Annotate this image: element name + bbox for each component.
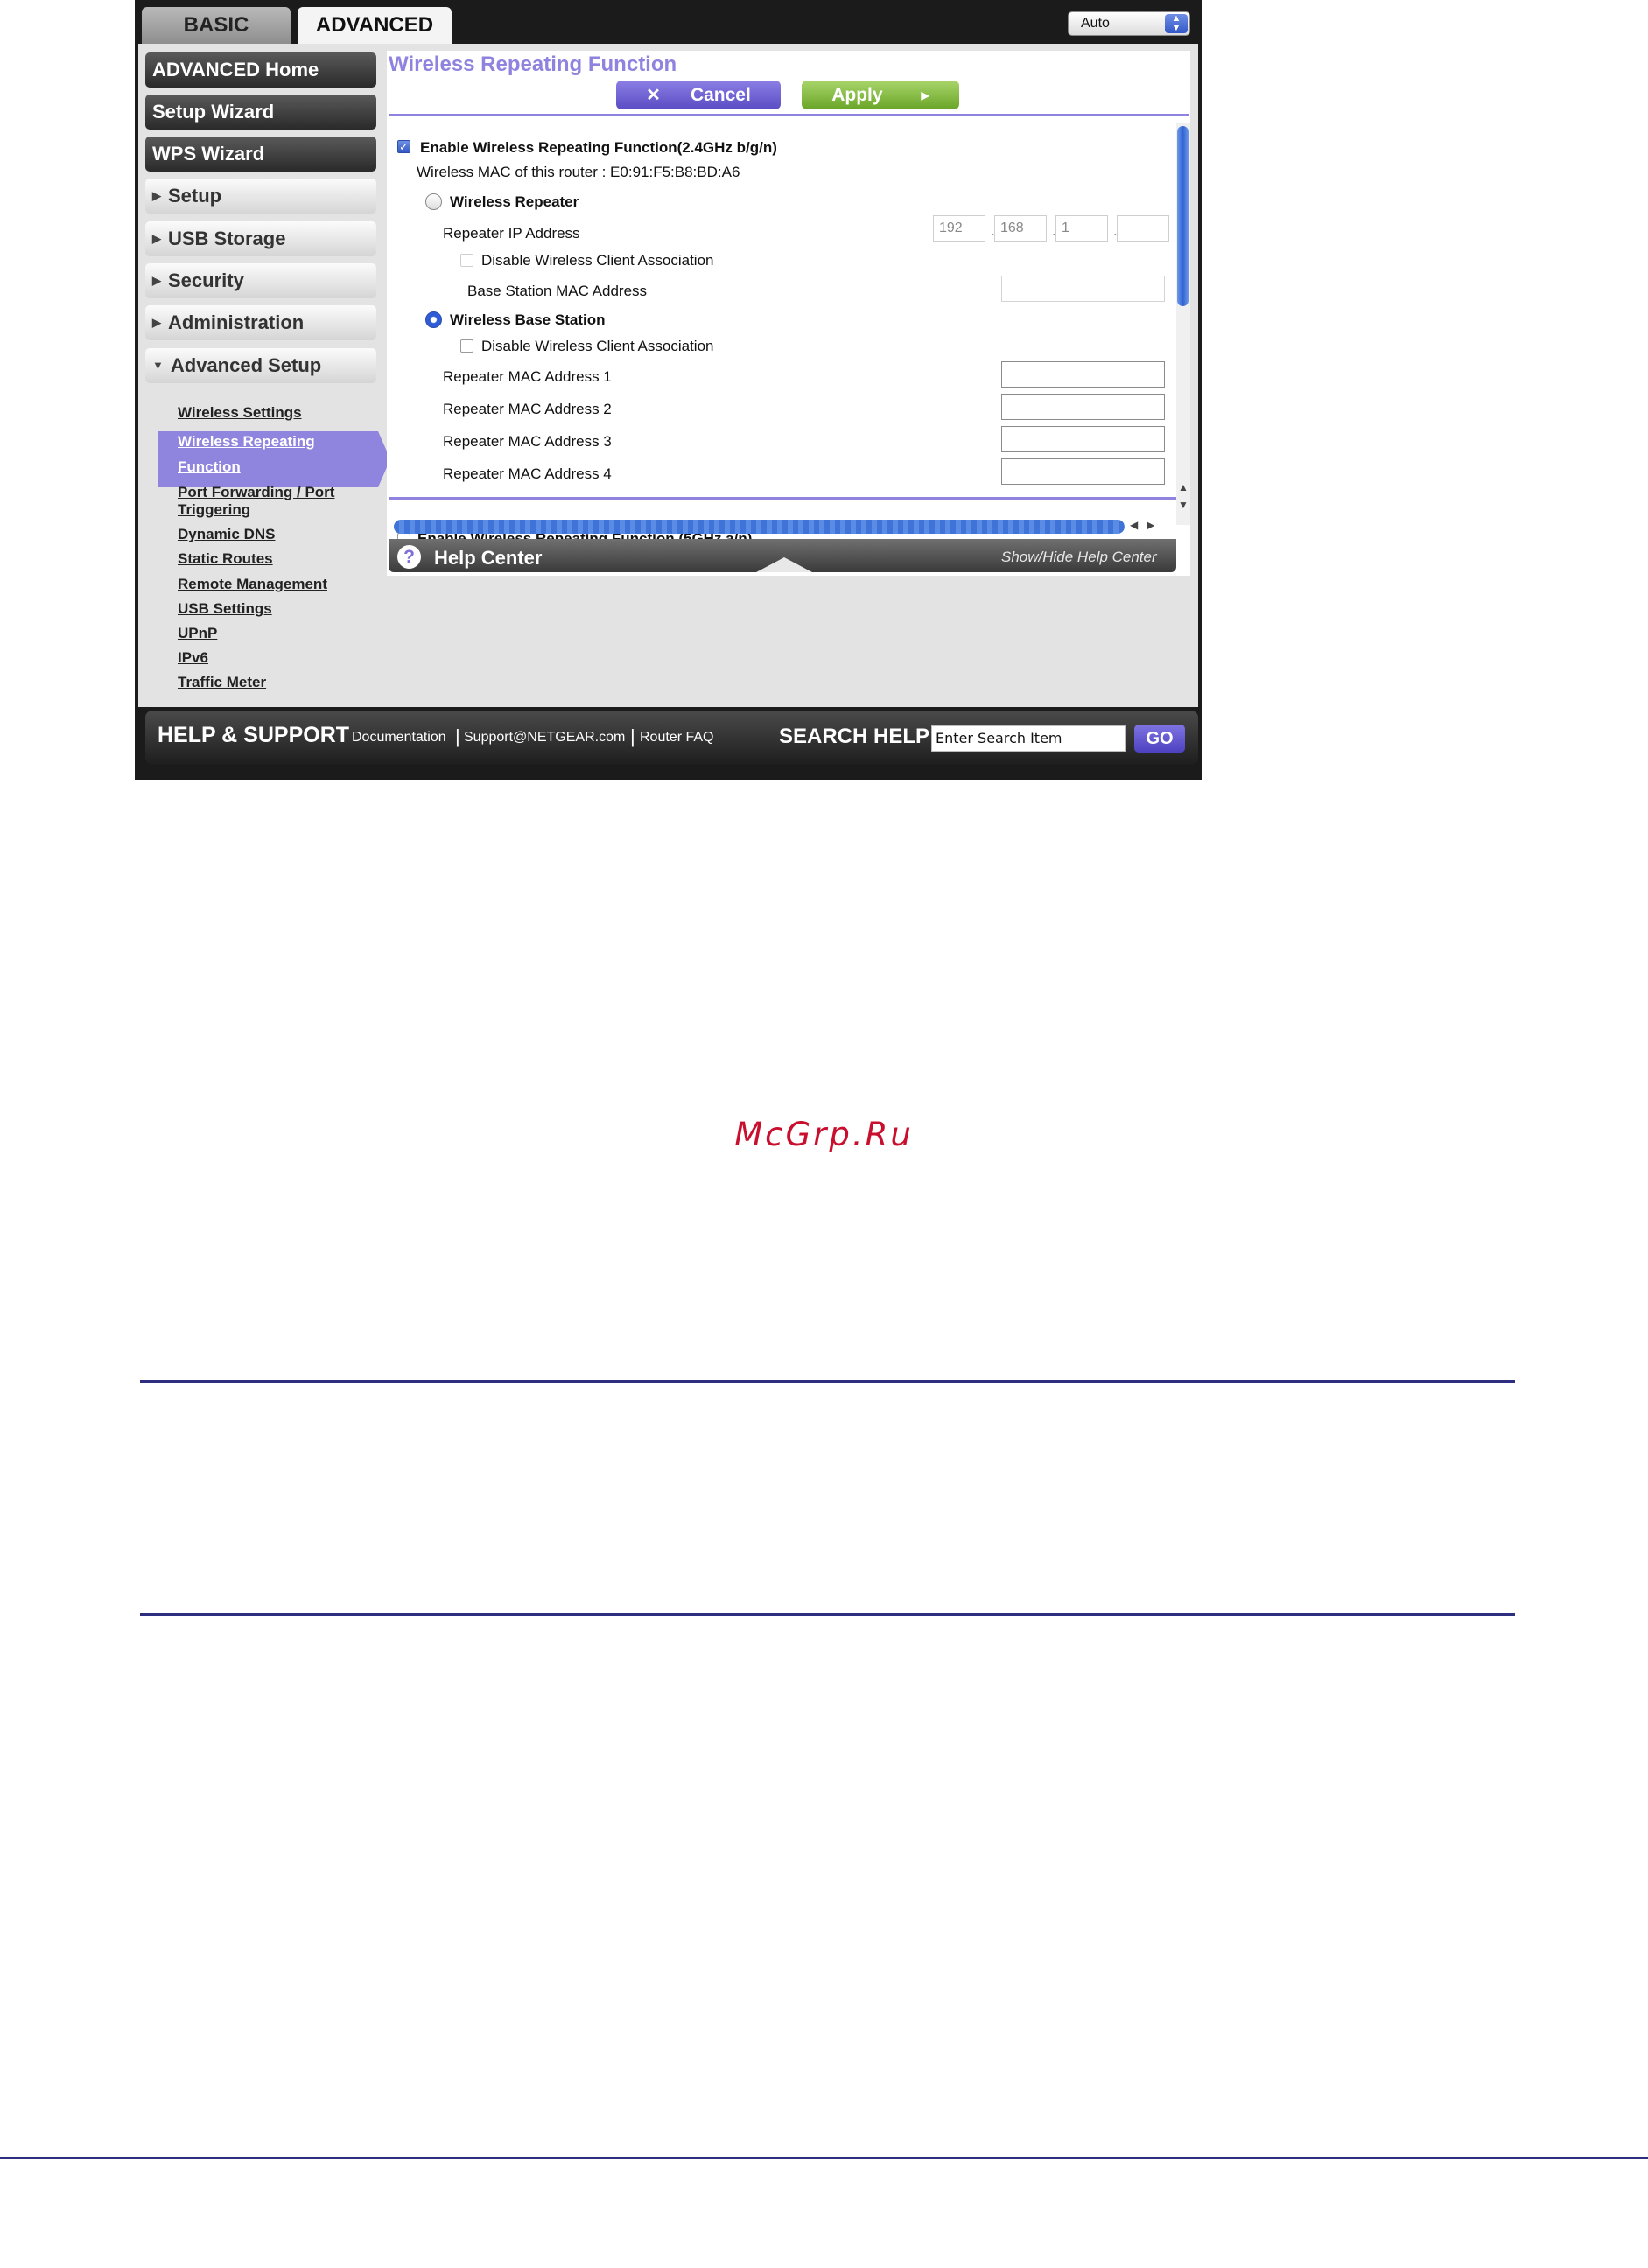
disable-assoc-repeater-checkbox[interactable] (460, 254, 473, 267)
footer-title: HELP & SUPPORT (158, 723, 350, 747)
language-select[interactable]: Auto ▲ ▼ (1068, 11, 1190, 36)
help-center-title: Help Center (434, 547, 543, 569)
disable-assoc-base-label: Disable Wireless Client Association (481, 338, 714, 354)
apply-button[interactable]: Apply ▶ (802, 80, 959, 109)
scroll-up-icon[interactable]: ▲ (1178, 481, 1189, 494)
expand-triangle-icon: ▶ (152, 274, 161, 287)
router-admin-screenshot: BASIC ADVANCED Auto ▲ ▼ ADVANCED Home Set… (135, 0, 1202, 780)
enable-24ghz-label: Enable Wireless Repeating Function(2.4GH… (420, 139, 777, 156)
repeater-mac-2-input[interactable] (1001, 394, 1165, 420)
horizontal-scrollbar[interactable] (394, 520, 1125, 534)
sidebar-item-port-forwarding[interactable]: Port Forwarding / Port (178, 483, 334, 501)
enable-24ghz-checkbox[interactable]: ✓ (397, 140, 410, 153)
apply-label: Apply (831, 84, 883, 105)
repeater-mac-2-label: Repeater MAC Address 2 (443, 401, 612, 417)
help-support-footer: HELP & SUPPORT Documentation | Support@N… (145, 710, 1198, 765)
collapse-triangle-icon: ▼ (152, 359, 164, 372)
base-station-mac-input[interactable] (1001, 276, 1165, 302)
sidebar-item-remote-management[interactable]: Remote Management (178, 575, 327, 593)
sidebar-item-port-triggering[interactable]: Triggering (178, 500, 250, 519)
expand-triangle-icon: ▶ (152, 232, 161, 245)
router-faq-link[interactable]: Router FAQ (640, 730, 713, 746)
enable-5ghz-checkbox[interactable] (397, 533, 410, 539)
document-footer-rule (0, 2157, 1648, 2159)
sidebar-wps-wizard[interactable]: WPS Wizard (145, 136, 376, 172)
router-mac-text: Wireless MAC of this router : E0:91:F5:B… (417, 164, 740, 180)
sidebar-section-administration[interactable]: ▶ Administration (145, 305, 376, 340)
divider-bottom (389, 497, 1189, 500)
divider-top (389, 114, 1189, 116)
scroll-left-icon[interactable]: ◀ (1130, 519, 1138, 531)
watermark-text: McGrp.Ru (734, 1116, 914, 1153)
sidebar-section-label: Administration (168, 312, 305, 333)
search-help-input[interactable]: Enter Search Item (931, 725, 1126, 752)
wireless-repeater-label: Wireless Repeater (450, 193, 579, 210)
support-email-link[interactable]: Support@NETGEAR.com (464, 730, 625, 746)
play-triangle-icon: ▶ (921, 88, 929, 102)
document-rule-2 (140, 1613, 1515, 1616)
content-panel: Wireless Repeating Function ✕ Cancel Appl… (387, 51, 1190, 576)
sidebar-section-security[interactable]: ▶ Security (145, 263, 376, 298)
wireless-base-station-radio[interactable] (425, 312, 442, 328)
sidebar-item-wireless-settings[interactable]: Wireless Settings (178, 403, 302, 422)
repeater-mac-4-label: Repeater MAC Address 4 (443, 466, 612, 482)
sidebar-section-label: USB Storage (168, 228, 286, 249)
wireless-repeater-radio[interactable] (425, 193, 442, 210)
sidebar-item-usb-settings[interactable]: USB Settings (178, 599, 272, 618)
page-title: Wireless Repeating Function (389, 52, 677, 76)
ip-octet-1[interactable]: 192 (933, 215, 985, 242)
sidebar-item-wireless-repeating-function[interactable]: Function (178, 458, 241, 476)
wireless-base-station-label: Wireless Base Station (450, 312, 606, 328)
repeater-mac-4-input[interactable] (1001, 458, 1165, 485)
tab-basic[interactable]: BASIC (142, 7, 291, 44)
expand-triangle-icon: ▶ (152, 189, 161, 202)
repeater-mac-1-label: Repeater MAC Address 1 (443, 368, 612, 385)
ip-octet-2[interactable]: 168 (994, 215, 1047, 242)
close-icon: ✕ (646, 86, 661, 105)
show-hide-help-link[interactable]: Show/Hide Help Center (1001, 549, 1157, 566)
go-button[interactable]: GO (1134, 724, 1185, 752)
sidebar-setup-wizard[interactable]: Setup Wizard (145, 94, 376, 130)
disable-assoc-base-checkbox[interactable] (460, 340, 473, 353)
scroll-right-icon[interactable]: ▶ (1147, 519, 1154, 531)
footer-separator: | (455, 725, 460, 747)
sidebar-item-ipv6[interactable]: IPv6 (178, 648, 208, 667)
sidebar-item-upnp[interactable]: UPnP (178, 624, 217, 642)
ip-octet-4[interactable] (1117, 215, 1169, 242)
sidebar-section-advanced-setup[interactable]: ▼ Advanced Setup (145, 348, 376, 383)
expand-up-icon[interactable] (756, 557, 812, 572)
main-area: ADVANCED Home Setup Wizard WPS Wizard ▶ S… (138, 44, 1198, 765)
tab-advanced[interactable]: ADVANCED (298, 7, 452, 44)
sidebar-item-static-routes[interactable]: Static Routes (178, 550, 273, 568)
sidebar-section-usb-storage[interactable]: ▶ USB Storage (145, 221, 376, 256)
scroll-down-icon[interactable]: ▼ (1178, 499, 1189, 511)
repeater-mac-3-input[interactable] (1001, 426, 1165, 452)
sidebar-advanced-home[interactable]: ADVANCED Home (145, 52, 376, 88)
repeater-ip-label: Repeater IP Address (443, 225, 580, 242)
repeater-mac-3-label: Repeater MAC Address 3 (443, 433, 612, 450)
sidebar-section-label: Setup (168, 185, 222, 206)
select-arrows-icon: ▲ ▼ (1165, 14, 1188, 33)
sidebar-item-wireless-repeating[interactable]: Wireless Repeating (178, 432, 315, 451)
sidebar-section-setup[interactable]: ▶ Setup (145, 178, 376, 214)
disable-assoc-repeater-label: Disable Wireless Client Association (481, 252, 714, 269)
vertical-scroll-thumb[interactable] (1177, 126, 1189, 306)
base-station-mac-label: Base Station MAC Address (467, 283, 648, 299)
search-help-label: SEARCH HELP (779, 724, 930, 748)
cancel-button[interactable]: ✕ Cancel (616, 80, 781, 109)
cancel-label: Cancel (690, 84, 751, 105)
repeater-mac-1-input[interactable] (1001, 361, 1165, 388)
language-select-value: Auto (1081, 16, 1110, 31)
documentation-link[interactable]: Documentation (352, 730, 446, 746)
sidebar-section-label: Advanced Setup (170, 354, 322, 376)
expand-triangle-icon: ▶ (152, 316, 161, 329)
ip-octet-3[interactable]: 1 (1055, 215, 1108, 242)
sidebar-item-traffic-meter[interactable]: Traffic Meter (178, 673, 266, 691)
document-rule-1 (140, 1380, 1515, 1383)
question-icon: ? (397, 545, 421, 569)
sidebar-section-label: Security (168, 270, 244, 291)
footer-separator: | (630, 725, 635, 747)
sidebar-item-dynamic-dns[interactable]: Dynamic DNS (178, 525, 275, 543)
help-center-bar: ? Help Center Show/Hide Help Center (389, 539, 1176, 572)
